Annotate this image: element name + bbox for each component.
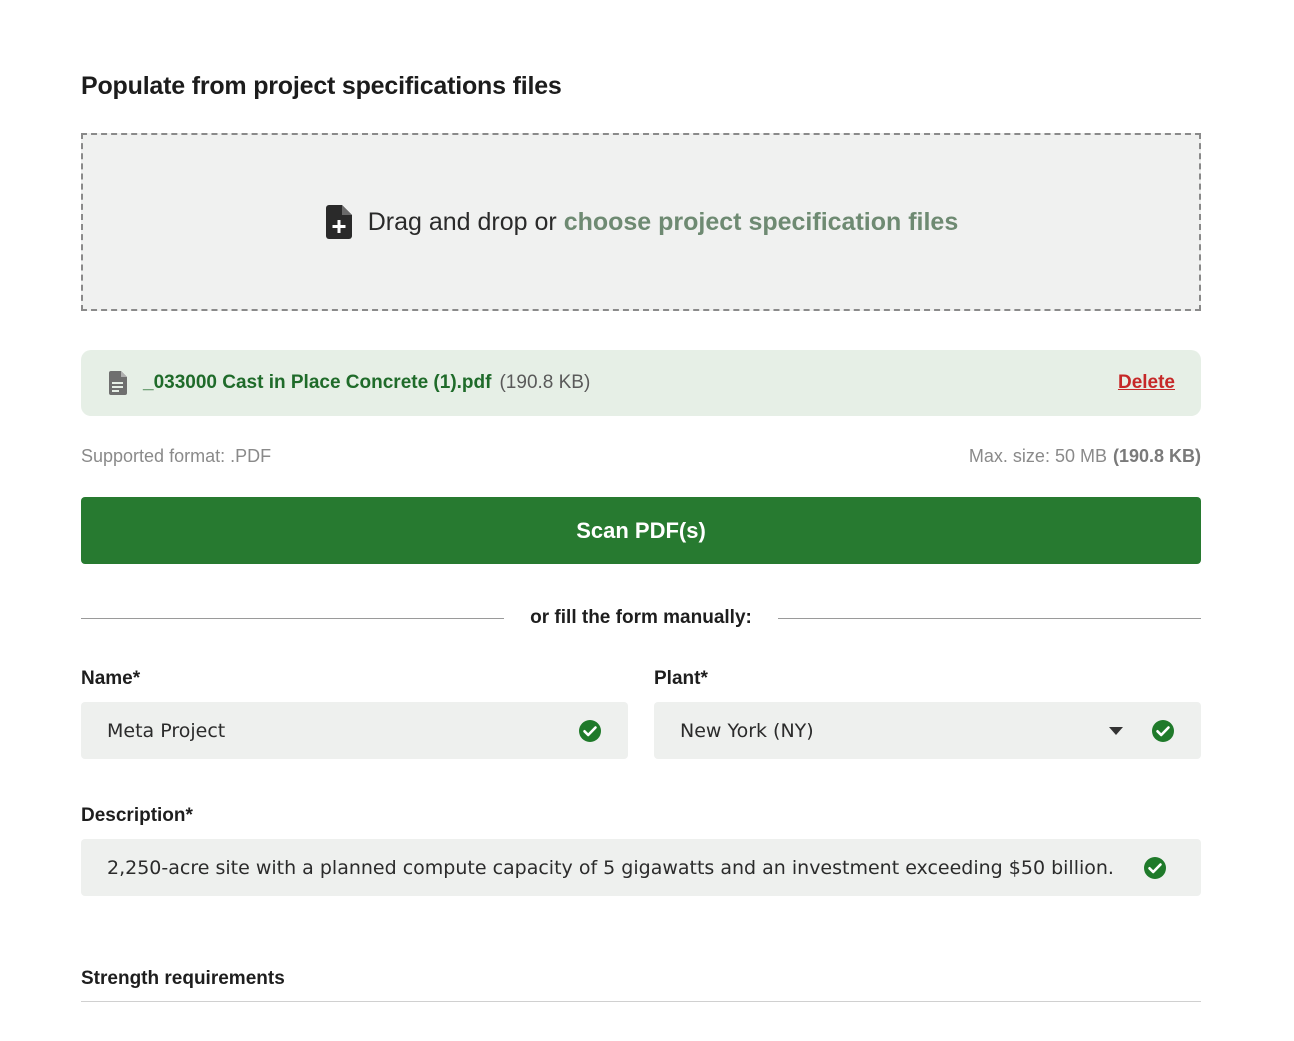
file-add-icon (325, 205, 352, 239)
file-name: _033000 Cast in Place Concrete (1).pdf (143, 372, 492, 393)
manual-divider: or fill the form manually: (81, 605, 1202, 631)
delete-file-link[interactable]: Delete (1118, 372, 1175, 394)
description-input[interactable] (107, 856, 1143, 879)
project-form-page: Populate from project specifications fil… (0, 0, 1294, 1041)
section-divider (81, 1001, 1201, 1002)
name-label: Name* (81, 668, 141, 689)
supported-format-text: Supported format: .PDF (81, 446, 272, 466)
name-input[interactable] (107, 719, 578, 742)
document-icon (109, 371, 127, 395)
scan-pdfs-button[interactable]: Scan PDF(s) (81, 497, 1201, 564)
divider-line-left (81, 617, 505, 619)
choose-files-link[interactable]: choose project specification files (564, 208, 959, 236)
check-circle-icon (1144, 856, 1166, 879)
uploaded-file-item: _033000 Cast in Place Concrete (1).pdf (… (81, 350, 1201, 416)
description-label: Description* (81, 805, 193, 826)
description-field (81, 839, 1201, 896)
upload-section-title: Populate from project specifications fil… (81, 72, 562, 100)
caret-down-icon[interactable] (1109, 726, 1123, 735)
divider-line-right (777, 617, 1202, 619)
max-size-text: Max. size: 50 MB (190.8 KB) (969, 446, 1201, 467)
upload-meta: Supported format: .PDF Max. size: 50 MB(… (81, 446, 1201, 467)
file-dropzone[interactable]: Drag and drop or choose project specific… (81, 133, 1201, 311)
file-size: (190.8 KB) (499, 372, 591, 393)
strength-requirements-title: Strength requirements (81, 968, 285, 989)
divider-text: or fill the form manually: (530, 607, 752, 628)
max-size-current: (190.8 KB) (1112, 446, 1201, 466)
check-circle-icon (579, 719, 601, 742)
plant-label: Plant* (654, 668, 708, 689)
check-circle-icon (1152, 719, 1174, 742)
plant-select[interactable]: New York (NY) (654, 702, 1201, 759)
max-size-label: Max. size: 50 MB (968, 446, 1107, 466)
dropzone-text: Drag and drop or choose project specific… (368, 208, 959, 237)
plant-select-value[interactable]: New York (NY) (680, 720, 1109, 742)
name-field (81, 702, 628, 759)
dropzone-prefix: Drag and drop or (367, 207, 564, 236)
